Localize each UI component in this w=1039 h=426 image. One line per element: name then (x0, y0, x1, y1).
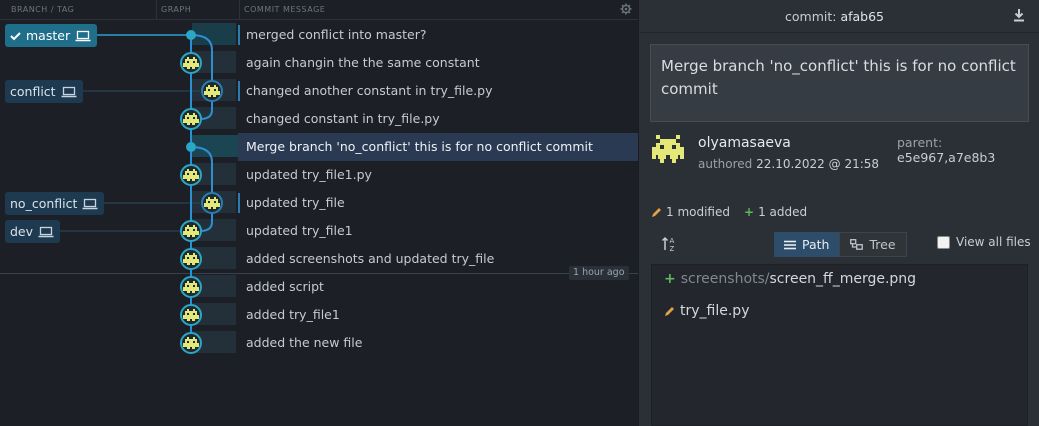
commit-message-box[interactable]: Merge branch 'no_conflict' this is for n… (650, 44, 1029, 122)
row-marker (238, 81, 240, 101)
commit-message: merged conflict into master? (246, 27, 427, 42)
commit-message: Merge branch 'no_conflict' this is for n… (246, 139, 593, 154)
commit-message: changed another constant in try_file.py (246, 83, 493, 98)
parent-shas[interactable]: e5e967,a7e8b3 (897, 150, 995, 165)
branch-conflict[interactable]: conflict (5, 80, 83, 103)
change-counts: 1 modified + 1 added (651, 205, 807, 219)
commit-row[interactable]: changed another constant in try_file.py (238, 77, 638, 105)
commit-node[interactable] (180, 52, 202, 74)
commit-label: commit: (785, 9, 837, 24)
commit-row[interactable]: added try_file1 (238, 301, 638, 329)
view-all-files-checkbox[interactable] (937, 235, 950, 249)
commit-row[interactable]: updated try_file1 (238, 217, 638, 245)
view-all-files-label: View all files (956, 235, 1031, 249)
commit-node[interactable] (180, 164, 202, 186)
authored-date: 22.10.2022 @ 21:58 (756, 157, 880, 171)
commit-message: again changin the the same constant (246, 55, 480, 70)
branch-no-conflict[interactable]: no_conflict (5, 192, 105, 215)
parent-info: parent: e5e967,a7e8b3 (897, 135, 1039, 165)
commit-message: added screenshots and updated try_file (246, 251, 495, 266)
commit-row[interactable]: merged conflict into master? (238, 21, 638, 49)
commit-node[interactable] (180, 304, 202, 326)
authored-info: authored 22.10.2022 @ 21:58 (698, 157, 879, 171)
commit-detail-panel: commit: afab65 Merge branch 'no_conflict… (638, 0, 1039, 426)
column-graph[interactable]: GRAPH (161, 5, 191, 14)
list-icon (784, 240, 796, 249)
modified-count: 1 modified (666, 205, 730, 219)
commit-message: updated try_file1.py (246, 167, 372, 182)
column-branch-tag[interactable]: BRANCH / TAG (11, 5, 74, 14)
check-icon (10, 31, 21, 40)
sort-az-icon[interactable]: A Z (661, 236, 677, 252)
column-divider[interactable] (156, 0, 157, 20)
tree-view-label: Tree (869, 237, 896, 252)
author-name: olyamasaeva (698, 135, 791, 151)
commit-message: changed constant in try_file.py (246, 111, 440, 126)
pencil-icon (665, 306, 674, 316)
branch-label: no_conflict (10, 196, 78, 211)
time-marker: 1 hour ago (569, 266, 629, 280)
row-marker (238, 25, 240, 45)
column-divider[interactable] (239, 0, 240, 20)
authored-label: authored (698, 157, 753, 171)
pencil-icon (652, 207, 661, 217)
laptop-icon (61, 86, 77, 97)
plus-icon: + (664, 271, 676, 287)
avatar-icon (650, 132, 686, 168)
commit-message: added script (246, 279, 324, 294)
commit-id: commit: afab65 (785, 9, 884, 24)
commit-node[interactable] (180, 332, 202, 354)
file-item[interactable]: + screenshots/screen_ff_merge.png (664, 271, 916, 287)
svg-text:A: A (670, 237, 675, 245)
commit-graph[interactable] (0, 20, 238, 360)
commit-row[interactable]: updated try_file1.py (238, 161, 638, 189)
gear-icon[interactable] (620, 3, 632, 15)
added-count: 1 added (758, 205, 808, 219)
column-commit-message[interactable]: COMMIT MESSAGE (244, 5, 325, 14)
file-item[interactable]: try_file.py (664, 303, 749, 319)
branch-label: master (26, 28, 71, 43)
commit-node[interactable] (180, 108, 202, 130)
view-all-files-toggle[interactable]: View all files (937, 235, 1031, 249)
commit-header: commit: afab65 (639, 0, 1039, 33)
laptop-icon (75, 30, 91, 41)
file-name: screen_ff_merge.png (769, 271, 917, 287)
commit-message: updated try_file1 (246, 223, 353, 238)
laptop-icon (82, 198, 98, 209)
commit-row[interactable]: again changin the the same constant (238, 49, 638, 77)
path-view-button[interactable]: Path (774, 232, 840, 257)
changed-files-list: + screenshots/screen_ff_merge.png try_fi… (651, 264, 1028, 426)
commit-row-selected[interactable]: Merge branch 'no_conflict' this is for n… (238, 133, 638, 161)
column-header: BRANCH / TAG GRAPH COMMIT MESSAGE (0, 0, 638, 20)
commit-node[interactable] (180, 248, 202, 270)
commit-message: added the new file (246, 335, 363, 350)
commit-sha[interactable]: afab65 (840, 9, 884, 24)
plus-icon: + (744, 205, 755, 219)
commit-node[interactable] (201, 192, 223, 214)
parent-label: parent: (897, 135, 943, 150)
commit-graph-panel: BRANCH / TAG GRAPH COMMIT MESSAGE merged… (0, 0, 638, 426)
commit-message: added try_file1 (246, 307, 340, 322)
commit-node[interactable] (180, 220, 202, 242)
download-icon[interactable] (1012, 8, 1026, 22)
branch-label: conflict (10, 84, 56, 99)
commit-row[interactable]: changed constant in try_file.py (238, 105, 638, 133)
path-view-label: Path (802, 237, 830, 252)
row-marker (238, 193, 240, 213)
svg-text:Z: Z (670, 245, 675, 252)
view-toggle: Path Tree (774, 232, 907, 257)
commit-node[interactable] (180, 276, 202, 298)
file-name: try_file.py (680, 303, 750, 319)
commit-row[interactable]: added the new file (238, 329, 638, 357)
branch-label: dev (10, 224, 34, 239)
tree-icon (850, 239, 864, 250)
file-dir: screenshots/ (680, 271, 770, 287)
branch-dev[interactable]: dev (5, 220, 61, 243)
commit-message: updated try_file (246, 195, 345, 210)
tree-view-button[interactable]: Tree (839, 232, 907, 257)
branch-master[interactable]: master (5, 24, 98, 47)
commit-node[interactable] (201, 80, 223, 102)
commit-row[interactable]: updated try_file (238, 189, 638, 217)
laptop-icon (38, 226, 54, 237)
